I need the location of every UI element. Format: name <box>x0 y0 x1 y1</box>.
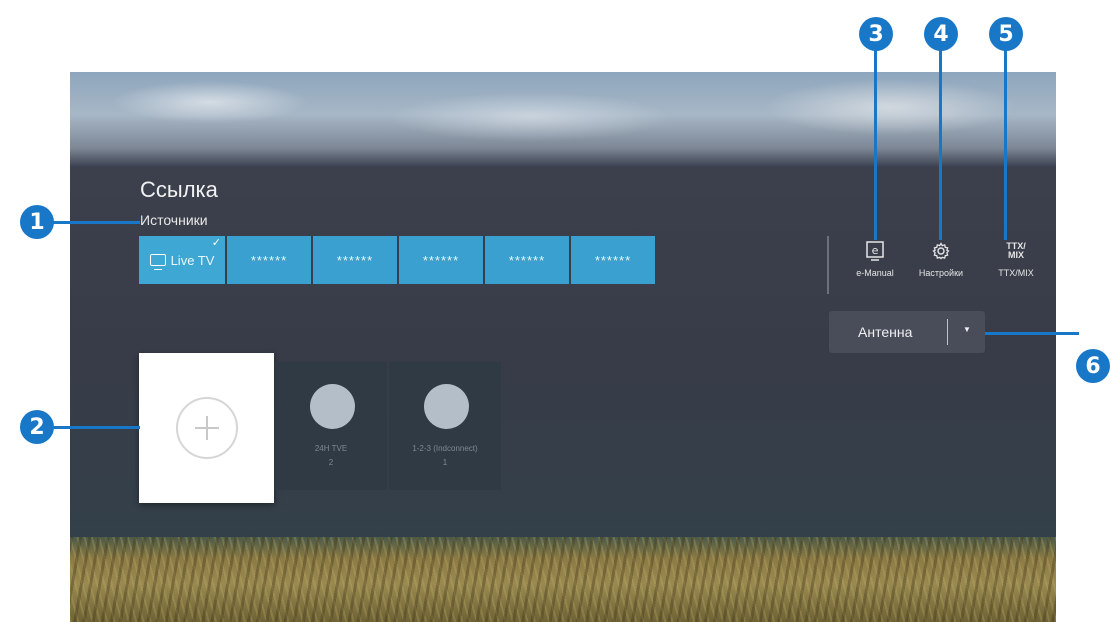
antenna-label: Антенна <box>858 324 913 340</box>
callout-line <box>985 332 1079 335</box>
sources-heading: Источники <box>140 212 208 228</box>
callout-line <box>939 38 942 240</box>
antenna-dropdown[interactable]: Антенна ▼ <box>829 311 985 353</box>
channel-logo <box>424 384 469 429</box>
callout-line <box>874 38 877 240</box>
channel-name: 1-2-3 (Indconnect) <box>412 444 478 453</box>
source-item[interactable]: ****** <box>313 236 397 284</box>
sources-row: Live TV ✓ ****** ****** ****** ****** **… <box>139 236 655 284</box>
callout-5: 5 <box>989 17 1023 51</box>
plus-icon <box>175 397 238 459</box>
ttx-mix-label: TTX/MIX <box>998 268 1034 278</box>
page-title: Ссылка <box>140 177 218 202</box>
svg-text:e: e <box>872 244 879 257</box>
channel-card[interactable]: 24H TVE 2 <box>275 362 387 490</box>
checkmark-icon: ✓ <box>211 237 221 249</box>
source-item[interactable]: ****** <box>571 236 655 284</box>
channel-logo <box>310 384 355 429</box>
tv-icon <box>149 254 166 270</box>
gear-icon <box>911 238 971 264</box>
channel-number: 2 <box>328 458 334 467</box>
callout-line <box>50 426 140 429</box>
source-label: Live TV <box>170 252 215 268</box>
callout-4: 4 <box>924 17 958 51</box>
e-manual-icon: e <box>845 238 905 264</box>
settings-button[interactable]: Настройки <box>911 238 971 278</box>
callout-2: 2 <box>20 410 54 444</box>
chevron-down-icon: ▼ <box>963 325 971 334</box>
callout-line <box>50 221 140 224</box>
callout-line <box>1004 38 1007 240</box>
source-live-tv[interactable]: Live TV ✓ <box>139 236 225 284</box>
channel-card[interactable]: 1-2-3 (Indconnect) 1 <box>389 362 501 490</box>
source-item[interactable]: ****** <box>485 236 569 284</box>
callout-6: 6 <box>1076 349 1110 383</box>
divider <box>827 236 829 294</box>
source-item[interactable]: ****** <box>399 236 483 284</box>
sky-background <box>70 72 1056 167</box>
callout-3: 3 <box>859 17 893 51</box>
channel-name: 24H TVE <box>314 444 348 453</box>
callout-1: 1 <box>20 205 54 239</box>
add-channel-card[interactable] <box>139 353 274 503</box>
ttx-mix-button[interactable]: TTX/ MIX TTX/MIX <box>986 238 1046 279</box>
e-manual-label: e-Manual <box>856 268 894 278</box>
grass-background <box>70 537 1056 622</box>
channel-number: 1 <box>442 458 448 467</box>
source-item[interactable]: ****** <box>227 236 311 284</box>
divider <box>947 319 948 345</box>
settings-label: Настройки <box>918 268 964 278</box>
e-manual-button[interactable]: e e-Manual <box>845 238 905 278</box>
ttx-mix-icon: TTX/ MIX <box>1006 241 1026 260</box>
